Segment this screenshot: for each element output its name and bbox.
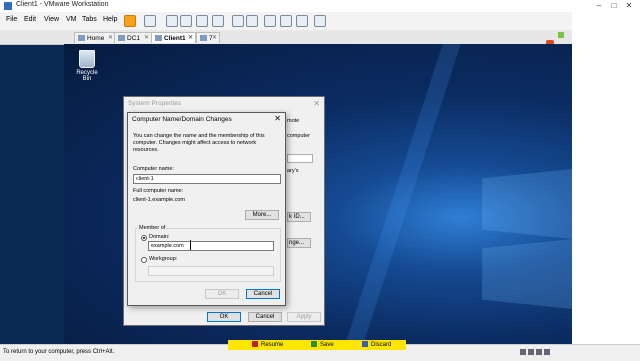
- domain-input[interactable]: example.com: [148, 241, 274, 251]
- vm-icon: [118, 35, 125, 41]
- tab-7[interactable]: 7 ✕: [196, 32, 220, 43]
- menu-file[interactable]: File: [6, 16, 17, 23]
- side-panel: [546, 12, 640, 360]
- thumbnail-icon[interactable]: [246, 15, 258, 27]
- sidebar-icon[interactable]: [232, 15, 244, 27]
- save-button[interactable]: Save: [311, 341, 334, 348]
- sound-icon[interactable]: [544, 349, 550, 355]
- save-label: Save: [320, 342, 334, 348]
- ok-button[interactable]: OK: [205, 289, 239, 299]
- tab-close-icon[interactable]: ✕: [108, 33, 113, 44]
- text-fragment: ary's: [287, 168, 299, 174]
- discard-label: Discard: [371, 342, 392, 348]
- workgroup-radio[interactable]: [141, 257, 147, 263]
- workgroup-input[interactable]: [148, 266, 274, 276]
- save-icon: [311, 341, 317, 347]
- ok-button[interactable]: OK: [207, 312, 241, 322]
- dialog-title: Computer Name/Domain Changes: [132, 116, 232, 123]
- tab-label: Client1: [164, 35, 186, 42]
- cancel-button[interactable]: Cancel: [248, 312, 282, 322]
- menu-tabs[interactable]: Tabs: [82, 16, 97, 23]
- computer-name-dialog: Computer Name/Domain Changes ✕ You can c…: [127, 112, 286, 306]
- window-title: Client1 - VMware Workstation: [16, 1, 109, 8]
- recycle-bin[interactable]: Recycle Bin: [72, 50, 102, 82]
- description-fragment: computer: [287, 133, 310, 139]
- device-icons: [520, 349, 560, 356]
- snapshot-bar: Resume Save Discard: [228, 340, 406, 350]
- hard-disk-icon[interactable]: [520, 349, 526, 355]
- console-view-icon[interactable]: [296, 15, 308, 27]
- description-field-fragment[interactable]: [287, 154, 313, 163]
- snapshot-manager-icon[interactable]: [212, 15, 224, 27]
- tab-home[interactable]: Home ✕: [74, 32, 116, 43]
- pause-icon[interactable]: [124, 15, 136, 27]
- maximize-button[interactable]: □: [607, 0, 621, 12]
- resume-button[interactable]: Resume: [252, 341, 283, 348]
- vm-icon: [155, 35, 162, 41]
- unity-icon[interactable]: [280, 15, 292, 27]
- snapshot-icon[interactable]: [180, 15, 192, 27]
- member-of-label: Member of: [138, 225, 167, 231]
- close-icon[interactable]: ✕: [274, 114, 281, 123]
- green-marker-icon[interactable]: [558, 32, 564, 38]
- network-icon[interactable]: [528, 349, 534, 355]
- domain-radio[interactable]: [141, 235, 147, 241]
- computer-name-label: Computer name:: [133, 166, 174, 172]
- tab-close-icon[interactable]: ✕: [188, 33, 193, 44]
- resume-icon: [252, 341, 258, 347]
- tab-label: Home: [87, 35, 105, 42]
- vmware-app-icon: [4, 2, 12, 10]
- recycle-bin-icon: [79, 50, 95, 68]
- remote-tab-fragment[interactable]: mote: [287, 118, 299, 124]
- tab-dc1[interactable]: DC1 ✕: [114, 32, 152, 43]
- network-id-button-fragment[interactable]: k ID...: [287, 212, 311, 222]
- discard-icon: [362, 341, 368, 347]
- text-cursor: [190, 240, 191, 250]
- close-icon[interactable]: ✕: [313, 99, 320, 108]
- domain-label: Domain:: [149, 234, 170, 240]
- tab-label: DC1: [127, 35, 141, 42]
- send-keys-icon[interactable]: [144, 15, 156, 27]
- recycle-bin-label: Recycle Bin: [76, 70, 98, 82]
- tab-close-icon[interactable]: ✕: [144, 33, 149, 44]
- close-button[interactable]: ✕: [622, 0, 636, 12]
- status-text: To return to your computer, press Ctrl+A…: [3, 349, 115, 355]
- full-name-value: client-1.example.com: [133, 197, 185, 203]
- dialog-title: System Properties: [128, 100, 182, 107]
- change-button-fragment[interactable]: nge...: [287, 238, 311, 248]
- minimize-button[interactable]: –: [592, 0, 606, 12]
- workgroup-label: Workgroup:: [149, 256, 178, 262]
- more-button[interactable]: More...: [245, 210, 279, 220]
- resume-label: Resume: [261, 342, 284, 348]
- menu-view[interactable]: View: [44, 16, 59, 23]
- menu-help[interactable]: Help: [103, 16, 117, 23]
- tab-close-icon[interactable]: ✕: [212, 33, 217, 44]
- full-name-label: Full computer name:: [133, 188, 184, 194]
- window-titlebar: Client1 - VMware Workstation – □ ✕: [0, 0, 640, 12]
- windows-logo-pane: [482, 167, 572, 241]
- cancel-button[interactable]: Cancel: [246, 289, 280, 299]
- usb-icon[interactable]: [536, 349, 542, 355]
- tab-client1[interactable]: Client1 ✕: [151, 32, 196, 43]
- tab-bar: Home ✕ DC1 ✕ Client1 ✕ 7 ✕: [0, 30, 572, 45]
- refresh-icon[interactable]: [166, 15, 178, 27]
- menu-edit[interactable]: Edit: [24, 16, 36, 23]
- full-screen-icon[interactable]: [264, 15, 276, 27]
- menu-vm[interactable]: VM: [66, 16, 77, 23]
- vm-icon: [200, 35, 207, 41]
- discard-button[interactable]: Discard: [362, 341, 391, 348]
- dialog-description: You can change the name and the membersh…: [133, 133, 265, 153]
- home-icon: [78, 35, 85, 41]
- windows-logo-beam: [345, 44, 461, 344]
- computer-name-input[interactable]: client-1: [133, 174, 281, 184]
- menu-bar: File Edit View VM Tabs Help: [0, 12, 572, 31]
- revert-snapshot-icon[interactable]: [196, 15, 208, 27]
- windows-logo-pane: [482, 237, 572, 311]
- apply-button[interactable]: Apply: [287, 312, 321, 322]
- stretch-icon[interactable]: [314, 15, 326, 27]
